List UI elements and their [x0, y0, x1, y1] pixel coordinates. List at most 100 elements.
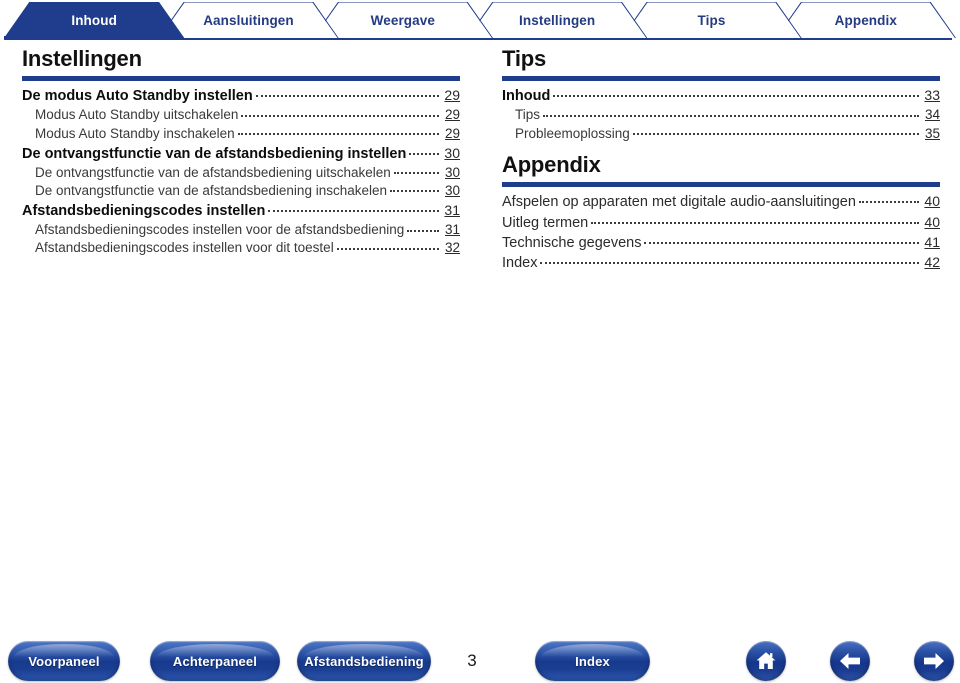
- toc-entry[interactable]: Inhoud 33: [502, 86, 940, 106]
- toc-entry-page[interactable]: 29: [442, 125, 460, 143]
- tab-label: Instellingen: [519, 12, 596, 28]
- arrow-left-icon: [837, 650, 863, 672]
- toc-entry-page[interactable]: 33: [922, 86, 940, 104]
- section-title: Tips: [502, 46, 547, 71]
- tab-tips[interactable]: Tips: [622, 2, 801, 38]
- footer-button-voorpaneel[interactable]: Voorpaneel: [8, 641, 120, 681]
- toc-entry-label: Inhoud: [502, 88, 551, 105]
- toc-section: Instellingen De modus Auto Standby instel…: [16, 40, 474, 257]
- toc-entry-label: De modus Auto Standby instellen: [22, 88, 253, 105]
- footer-button-label: Voorpaneel: [28, 653, 100, 669]
- toc-entry[interactable]: De ontvangstfunctie van de afstandsbedie…: [22, 163, 460, 181]
- home-button[interactable]: [746, 641, 786, 681]
- toc-entry-label: De ontvangstfunctie van de afstandsbedie…: [22, 145, 407, 162]
- toc-entry[interactable]: Uitleg termen 40: [502, 212, 940, 232]
- toc-leader-dots: [390, 181, 439, 195]
- toc-entry-label: Uitleg termen: [502, 214, 589, 231]
- toc-entry-label: Tips: [515, 107, 541, 123]
- footer-button-afstandsbediening[interactable]: Afstandsbediening: [297, 641, 431, 681]
- toc-leader-dots: [268, 201, 439, 216]
- toc-entry-label: Probleemoplossing: [515, 125, 630, 141]
- toc-entry-page[interactable]: 32: [442, 239, 460, 257]
- toc-entry[interactable]: De modus Auto Standby instellen 29: [22, 86, 460, 106]
- tab-label: Inhoud: [71, 12, 117, 28]
- section-rule: [502, 75, 940, 81]
- toc-entry-page[interactable]: 31: [442, 201, 460, 219]
- tab-aansluitingen[interactable]: Aansluitingen: [159, 2, 338, 38]
- toc-entry[interactable]: Afspelen op apparaten met digitale audio…: [502, 192, 940, 212]
- toc-entry-label: Afstandsbedieningscodes instellen voor d…: [35, 240, 334, 256]
- toc-column-right: Tips Inhoud 33 Tips 34 Probleemoplossing 35 App…: [496, 40, 954, 277]
- toc-leader-dots: [591, 212, 919, 227]
- toc-entry-page[interactable]: 40: [922, 192, 940, 210]
- toc-leader-dots: [336, 239, 439, 253]
- toc-entry[interactable]: Technische gegevens 41: [502, 232, 940, 252]
- toc-entry-page[interactable]: 34: [922, 106, 940, 124]
- toc-entry-label: Afspelen op apparaten met digitale audio…: [502, 194, 856, 211]
- footer-button-achterpaneel[interactable]: Achterpaneel: [150, 641, 280, 681]
- toc-entry-label: Index: [502, 255, 538, 272]
- toc-entry-page[interactable]: 29: [442, 86, 460, 104]
- toc-entry[interactable]: Afstandsbedieningscodes instellen voor d…: [22, 221, 460, 239]
- toc-column-left: Instellingen De modus Auto Standby instel…: [16, 40, 474, 261]
- toc-entry-label: Technische gegevens: [502, 234, 642, 251]
- toc-leader-dots: [540, 253, 919, 268]
- toc-entry-page[interactable]: 41: [922, 233, 940, 251]
- page-number: 3: [467, 651, 477, 670]
- section-rule: [502, 181, 940, 187]
- toc-section: Appendix Afspelen op apparaten met digita…: [496, 146, 954, 273]
- toc-entry[interactable]: Modus Auto Standby inschakelen 29: [22, 124, 460, 142]
- toc-leader-dots: [237, 124, 439, 138]
- tab-inhoud[interactable]: Inhoud: [4, 2, 185, 38]
- toc-entry-page[interactable]: 30: [442, 164, 460, 182]
- toc-entry-label: De ontvangstfunctie van de afstandsbedie…: [35, 182, 387, 198]
- toc-entry[interactable]: Afstandsbedieningscodes instellen 31: [22, 201, 460, 221]
- toc-entry-label: Afstandsbedieningscodes instellen voor d…: [35, 222, 405, 238]
- tab-label: Appendix: [834, 12, 897, 28]
- toc-leader-dots: [858, 192, 919, 207]
- toc-entry-page[interactable]: 31: [442, 221, 460, 239]
- tab-bar: Inhoud Aansluitingen Weergave Instellingen T…: [0, 0, 960, 40]
- section-title: Appendix: [502, 152, 601, 178]
- toc-leader-dots: [407, 221, 439, 235]
- toc-leader-dots: [393, 163, 439, 177]
- toc-entry-page[interactable]: 30: [442, 144, 460, 162]
- toc-entry[interactable]: De ontvangstfunctie van de afstandsbedie…: [22, 143, 460, 163]
- toc-entry[interactable]: Modus Auto Standby uitschakelen 29: [22, 106, 460, 124]
- toc-leader-dots: [241, 106, 439, 120]
- footer-button-index[interactable]: Index: [535, 641, 650, 681]
- toc-leader-dots: [632, 124, 919, 138]
- footer-bar: Voorpaneel Achterpaneel Afstandsbedienin…: [0, 630, 960, 683]
- toc-entry[interactable]: Afstandsbedieningscodes instellen voor d…: [22, 239, 460, 257]
- footer-button-label: Afstandsbediening: [304, 653, 424, 669]
- tab-label: Weergave: [370, 12, 435, 28]
- toc-entry-page[interactable]: 30: [442, 182, 460, 200]
- toc-entry[interactable]: Tips 34: [502, 106, 940, 124]
- tab-weergave[interactable]: Weergave: [314, 2, 492, 38]
- tab-label: Aansluitingen: [203, 12, 294, 28]
- toc-leader-dots: [553, 86, 919, 101]
- next-page-button[interactable]: [914, 641, 954, 681]
- section-rule: [22, 75, 460, 81]
- home-icon: [754, 649, 778, 673]
- toc-entry-page[interactable]: 35: [922, 125, 940, 143]
- toc-entry[interactable]: Index 42: [502, 253, 940, 273]
- toc-entry[interactable]: Probleemoplossing 35: [502, 124, 940, 142]
- toc-entry-label: Modus Auto Standby inschakelen: [35, 125, 235, 141]
- tab-instellingen[interactable]: Instellingen: [468, 2, 646, 38]
- toc-leader-dots: [255, 86, 439, 101]
- toc-content: Instellingen De modus Auto Standby instel…: [0, 40, 960, 630]
- footer-button-label: Achterpaneel: [172, 653, 258, 669]
- toc-entry-page[interactable]: 42: [922, 253, 940, 271]
- toc-entry-label: De ontvangstfunctie van de afstandsbedie…: [35, 164, 391, 180]
- toc-entry-label: Afstandsbedieningscodes instellen: [22, 203, 266, 219]
- tab-appendix[interactable]: Appendix: [777, 2, 955, 38]
- toc-leader-dots: [644, 232, 919, 247]
- section-title: Instellingen: [22, 46, 142, 71]
- toc-entry[interactable]: De ontvangstfunctie van de afstandsbedie…: [22, 181, 460, 199]
- toc-entry-page[interactable]: 29: [442, 106, 460, 124]
- toc-leader-dots: [543, 106, 919, 120]
- footer-button-label: Index: [575, 653, 610, 669]
- previous-page-button[interactable]: [830, 641, 870, 681]
- toc-entry-page[interactable]: 40: [922, 213, 940, 231]
